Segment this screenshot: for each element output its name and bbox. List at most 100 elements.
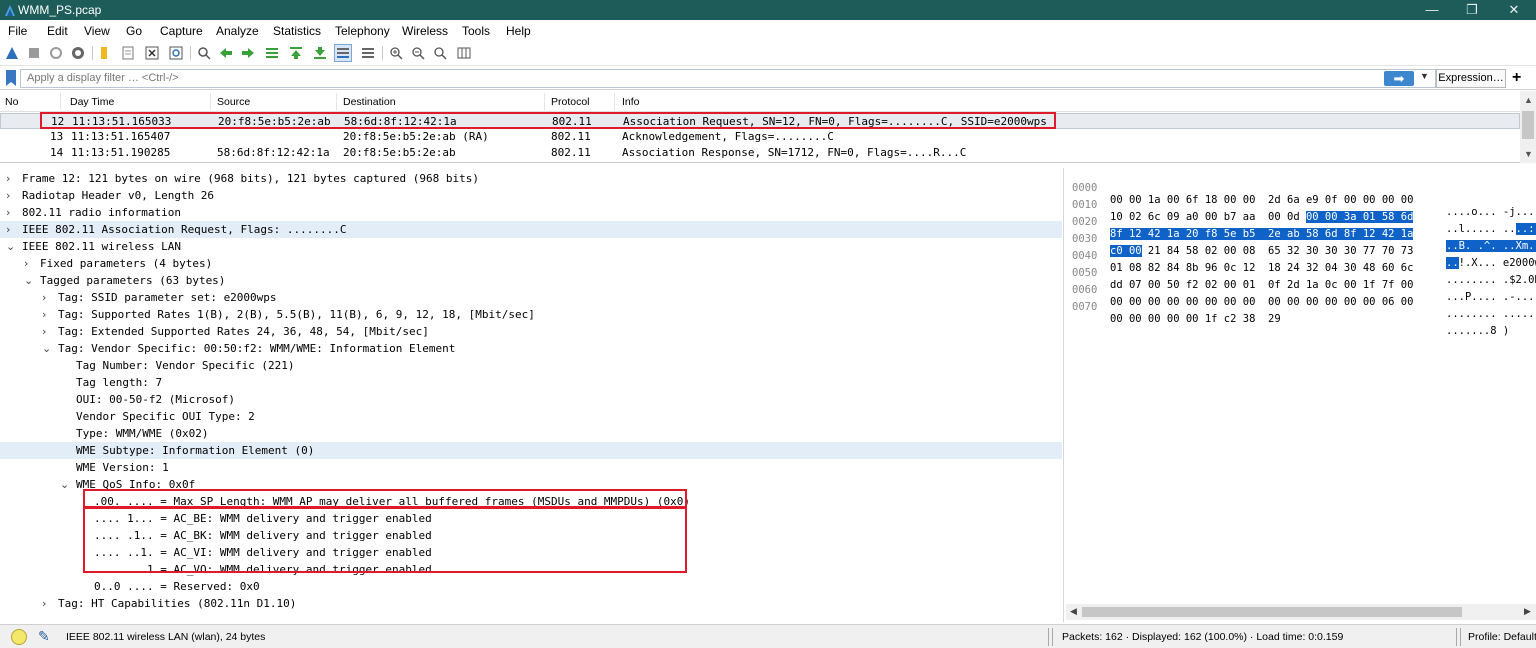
tree-item[interactable]: › Frame 12: 121 bytes on wire (968 bits),… [0, 170, 1062, 187]
expand-arrow-icon[interactable]: › [6, 172, 10, 185]
expand-arrow-icon[interactable]: › [6, 223, 10, 236]
expand-arrow-icon[interactable]: › [6, 206, 10, 219]
collapse-arrow-icon[interactable]: ⌄ [24, 274, 33, 287]
close-file-icon[interactable] [144, 45, 160, 61]
open-file-icon[interactable] [96, 45, 112, 61]
tree-item[interactable]: .... ...1 = AC_VO: WMM delivery and trig… [0, 561, 1062, 578]
tree-item[interactable]: ⌄ WME QoS Info: 0x0f [0, 476, 1062, 493]
scroll-thumb[interactable] [1522, 111, 1534, 139]
menu-file[interactable]: File [8, 24, 27, 38]
packet-list-scrollbar[interactable]: ▲ ▼ [1520, 91, 1536, 163]
tree-item[interactable]: › Tag: Extended Supported Rates 24, 36, 4… [0, 323, 1062, 340]
tree-item[interactable]: ⌄ Tag: Vendor Specific: 00:50:f2: WMM/WME… [0, 340, 1062, 357]
column-destination[interactable]: Destination [343, 96, 396, 108]
menu-go[interactable]: Go [126, 24, 142, 38]
menu-analyze[interactable]: Analyze [216, 24, 259, 38]
tree-item[interactable]: Vendor Specific OUI Type: 2 [0, 408, 1062, 425]
hex-horizontal-scrollbar[interactable]: ◀ ▶ [1066, 604, 1536, 620]
hex-row[interactable]: 0010 10 02 6c 09 a0 00 b7 aa 00 0d 00 00… [1066, 187, 1536, 235]
packet-row[interactable]: 13 11:13:51.165407 20:f8:5e:b5:2e:ab (RA… [0, 129, 1520, 145]
menu-telephony[interactable]: Telephony [335, 24, 390, 38]
menu-wireless[interactable]: Wireless [402, 24, 448, 38]
tree-item[interactable]: ⌄ Tagged parameters (63 bytes) [0, 272, 1062, 289]
column-protocol[interactable]: Protocol [551, 96, 590, 108]
expand-arrow-icon[interactable]: › [6, 189, 10, 202]
column-source[interactable]: Source [217, 96, 250, 108]
go-last-icon[interactable] [312, 45, 328, 61]
column-day-time[interactable]: Day Time [70, 96, 114, 108]
profile-label[interactable]: Profile: Default [1468, 631, 1536, 643]
tree-item[interactable]: › Tag: SSID parameter set: e2000wps [0, 289, 1062, 306]
go-to-packet-icon[interactable] [264, 45, 280, 61]
packet-row[interactable]: 12 11:13:51.165033 20:f8:5e:b5:2e:ab 58:… [0, 113, 1520, 129]
find-icon[interactable] [196, 45, 212, 61]
column-info[interactable]: Info [622, 96, 640, 108]
menu-view[interactable]: View [84, 24, 110, 38]
tree-item[interactable]: Tag Number: Vendor Specific (221) [0, 357, 1062, 374]
packet-row[interactable]: 14 11:13:51.190285 58:6d:8f:12:42:1a 20:… [0, 145, 1520, 161]
filter-history-dropdown[interactable]: ▼ [1420, 71, 1429, 81]
display-filter-input[interactable]: Apply a display filter … <Ctrl-/> [20, 69, 1436, 88]
menu-help[interactable]: Help [506, 24, 531, 38]
tree-item[interactable]: OUI: 00-50-f2 (Microsof) [0, 391, 1062, 408]
expand-arrow-icon[interactable]: › [42, 325, 46, 338]
minimize-button[interactable]: — [1412, 0, 1452, 20]
tree-item[interactable]: WME Version: 1 [0, 459, 1062, 476]
scroll-down-icon[interactable]: ▼ [1524, 149, 1533, 159]
menu-tools[interactable]: Tools [462, 24, 490, 38]
hex-row[interactable]: 0040 01 08 82 84 8b 96 0c 12 18 24 32 04… [1066, 238, 1536, 286]
zoom-in-icon[interactable] [388, 45, 404, 61]
expand-arrow-icon[interactable]: › [24, 257, 28, 270]
tree-item[interactable]: .... .1.. = AC_BK: WMM delivery and trig… [0, 527, 1062, 544]
save-file-icon[interactable] [120, 45, 136, 61]
hex-row[interactable]: 0050 dd 07 00 50 f2 02 00 01 0f 2d 1a 0c… [1066, 255, 1536, 303]
collapse-arrow-icon[interactable]: ⌄ [6, 240, 15, 253]
zoom-out-icon[interactable] [410, 45, 426, 61]
hex-row[interactable]: 0020 8f 12 42 1a 20 f8 5e b5 2e ab 58 6d… [1066, 204, 1536, 252]
go-forward-icon[interactable] [240, 45, 256, 61]
hex-row[interactable]: 0060 00 00 00 00 00 00 00 00 00 00 00 00… [1066, 272, 1536, 320]
zoom-reset-icon[interactable] [432, 45, 448, 61]
tree-item[interactable]: 0..0 .... = Reserved: 0x0 [0, 578, 1062, 595]
tree-item[interactable]: › Radiotap Header v0, Length 26 [0, 187, 1062, 204]
tree-item[interactable]: .... ..1. = AC_VI: WMM delivery and trig… [0, 544, 1062, 561]
expand-arrow-icon[interactable]: › [42, 597, 46, 610]
stop-icon[interactable] [26, 45, 42, 61]
scroll-up-icon[interactable]: ▲ [1524, 95, 1533, 105]
expand-arrow-icon[interactable]: › [42, 291, 46, 304]
go-first-icon[interactable] [288, 45, 304, 61]
menu-edit[interactable]: Edit [47, 24, 68, 38]
hex-row[interactable]: 0030 c0 00 21 84 58 02 00 08 65 32 30 30… [1066, 221, 1536, 269]
scroll-left-icon[interactable]: ◀ [1070, 606, 1077, 617]
capture-options-icon[interactable] [70, 45, 86, 61]
tree-item[interactable]: Type: WMM/WME (0x02) [0, 425, 1062, 442]
expression-button[interactable]: Expression… [1436, 69, 1506, 88]
tree-item[interactable]: .... 1... = AC_BE: WMM delivery and trig… [0, 510, 1062, 527]
tree-item[interactable]: › Tag: HT Capabilities (802.11n D1.10) [0, 595, 1062, 612]
restart-icon[interactable] [48, 45, 64, 61]
tree-item[interactable]: › Tag: Supported Rates 1(B), 2(B), 5.5(B)… [0, 306, 1062, 323]
collapse-arrow-icon[interactable]: ⌄ [60, 478, 69, 491]
hex-row[interactable]: 0000 00 00 1a 00 6f 18 00 00 2d 6a e9 0f… [1066, 170, 1536, 218]
autoscroll-icon[interactable] [334, 44, 352, 62]
apply-filter-button[interactable]: ➡ [1384, 71, 1414, 86]
tree-item[interactable]: › IEEE 802.11 Association Request, Flags:… [0, 221, 1062, 238]
expert-info-led-icon[interactable] [11, 629, 27, 645]
hex-row[interactable]: 0070 00 00 00 00 00 1f c2 38 29 .......8… [1066, 289, 1509, 337]
tree-item[interactable]: › Fixed parameters (4 bytes) [0, 255, 1062, 272]
scroll-right-icon[interactable]: ▶ [1524, 606, 1531, 617]
go-back-icon[interactable] [218, 45, 234, 61]
column-no[interactable]: No [5, 96, 18, 108]
tree-item[interactable]: WME Subtype: Information Element (0) [0, 442, 1062, 459]
scroll-thumb[interactable] [1082, 607, 1462, 617]
capture-comment-icon[interactable]: ✎ [38, 628, 50, 645]
colorize-icon[interactable] [360, 45, 376, 61]
collapse-arrow-icon[interactable]: ⌄ [42, 342, 51, 355]
shark-fin-start-icon[interactable] [4, 45, 20, 61]
tree-item[interactable]: ⌄ IEEE 802.11 wireless LAN [0, 238, 1062, 255]
filter-bookmark-icon[interactable] [6, 70, 16, 86]
menu-capture[interactable]: Capture [160, 24, 203, 38]
tree-item[interactable]: Tag length: 7 [0, 374, 1062, 391]
maximize-button[interactable]: ❐ [1452, 0, 1492, 20]
reload-icon[interactable] [168, 45, 184, 61]
